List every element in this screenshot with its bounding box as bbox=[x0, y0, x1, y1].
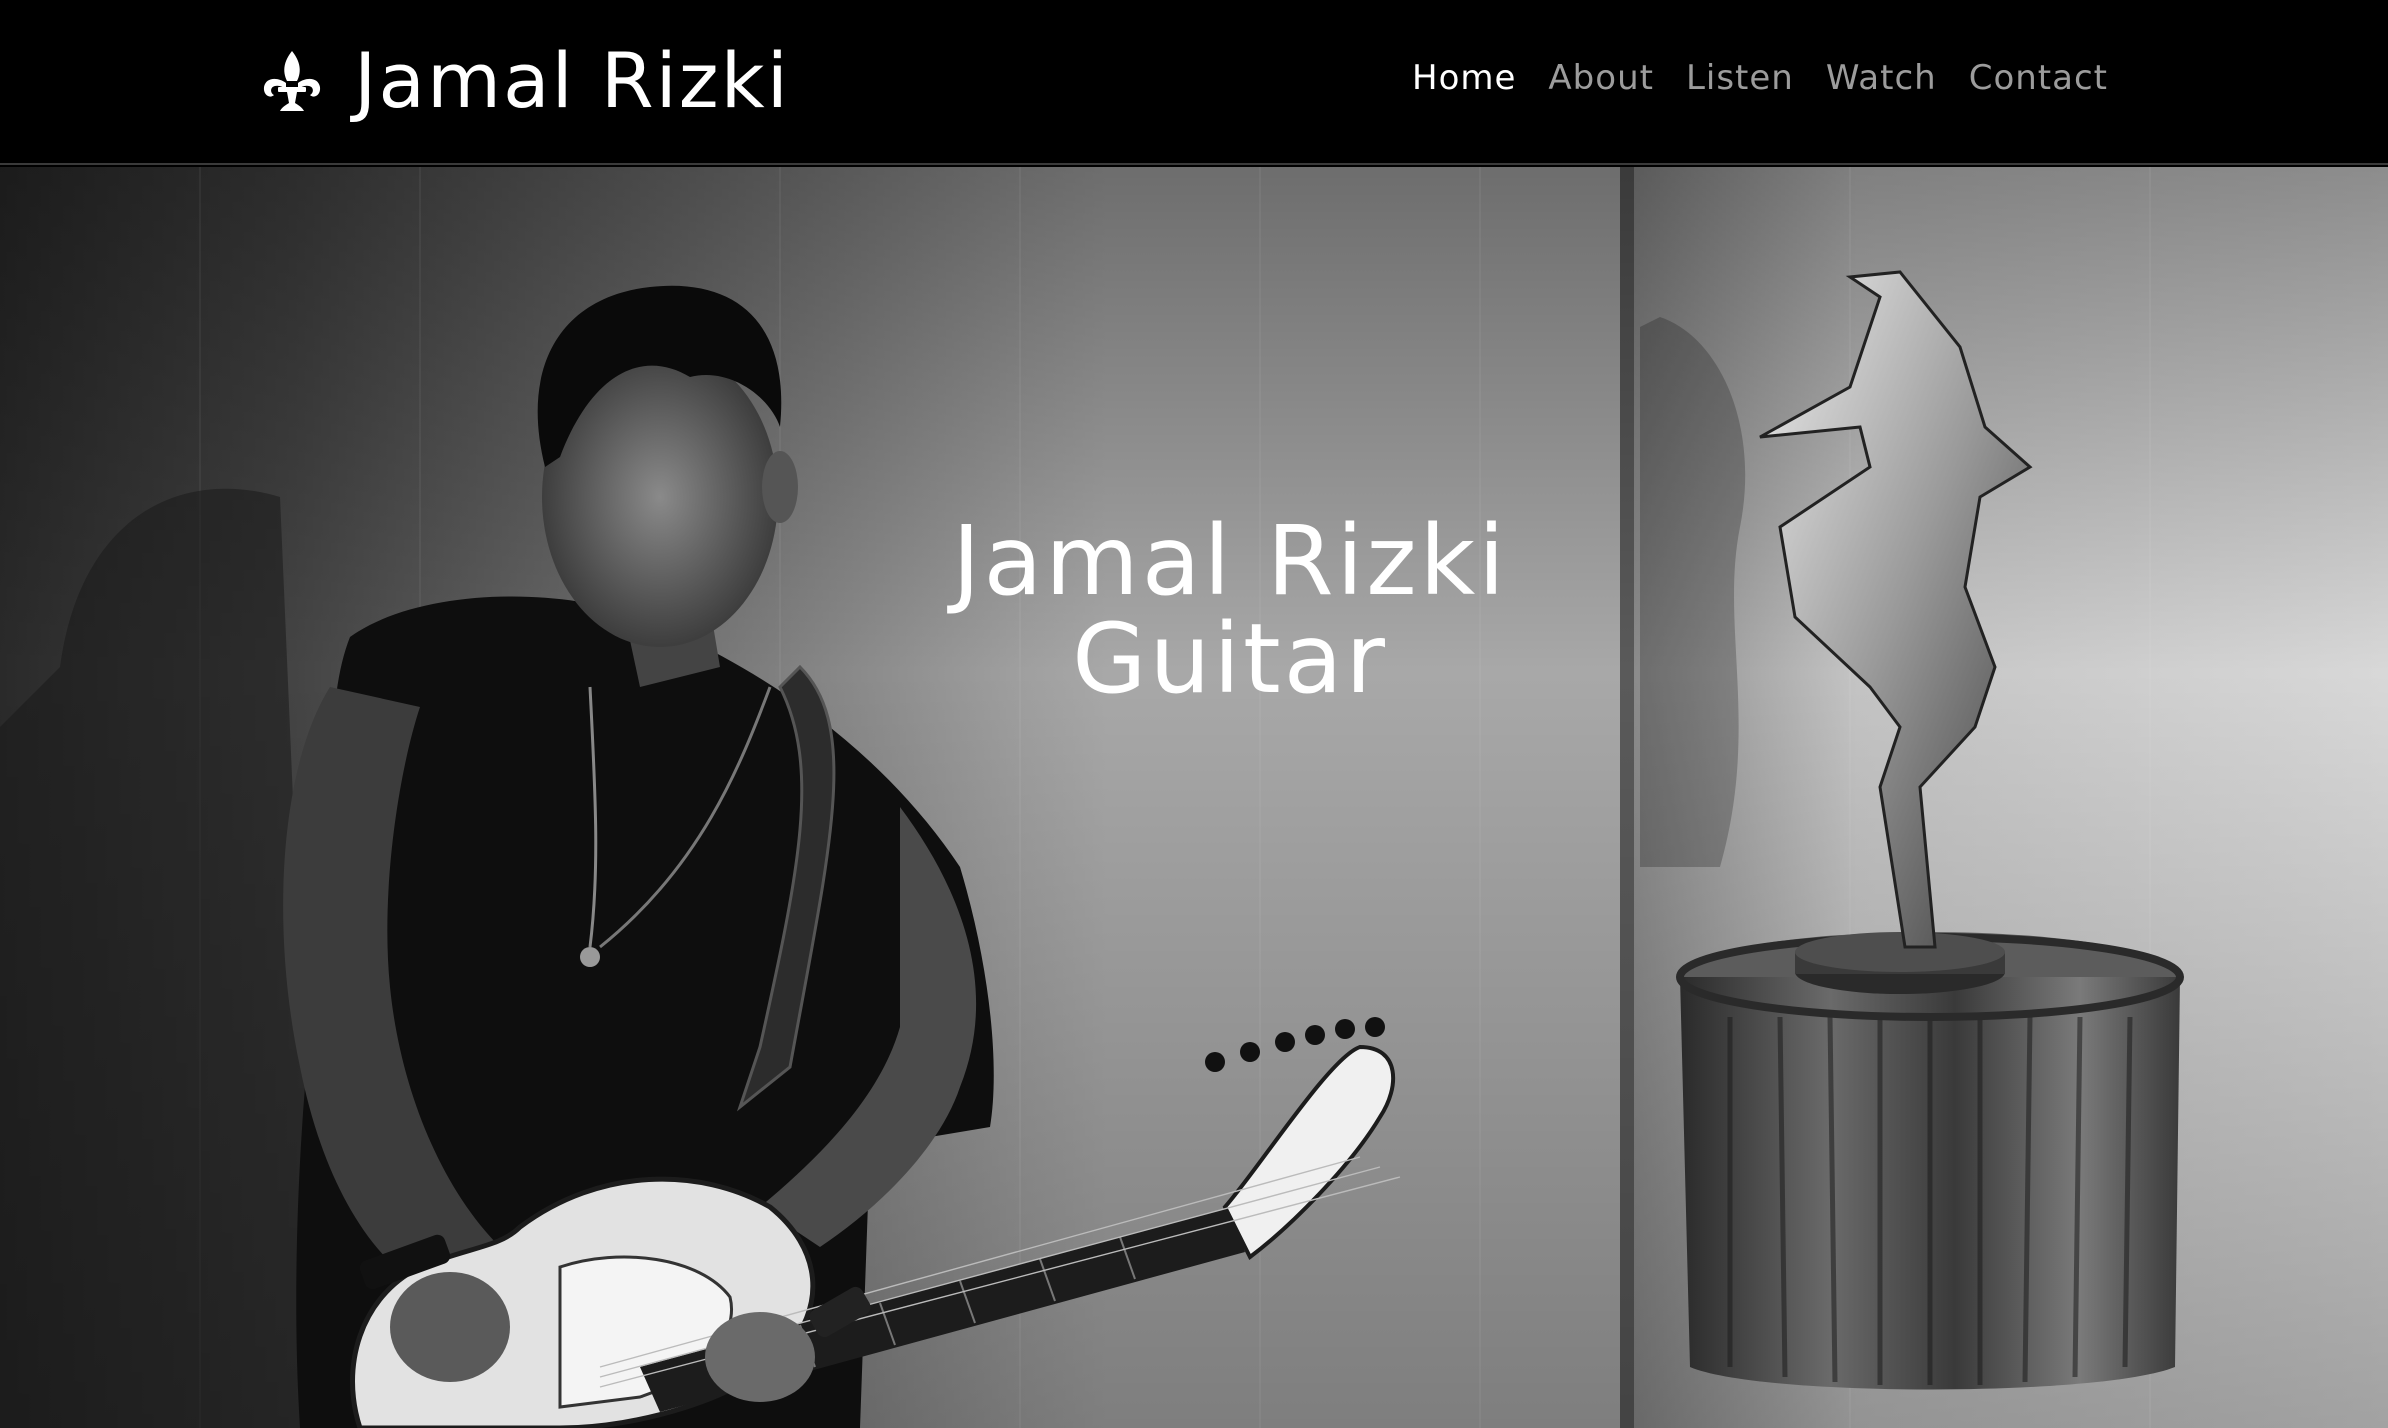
main-nav: Home About Listen Watch Contact bbox=[1412, 50, 2108, 106]
hero-photo bbox=[0, 167, 2388, 1428]
nav-home-link[interactable]: Home bbox=[1412, 50, 1516, 106]
nav-about-link[interactable]: About bbox=[1548, 50, 1654, 106]
nav-watch-link[interactable]: Watch bbox=[1826, 50, 1937, 106]
nav-listen-link[interactable]: Listen bbox=[1686, 50, 1794, 106]
nav-contact-link[interactable]: Contact bbox=[1969, 50, 2108, 106]
site-header: Jamal Rizki Home About Listen Watch Cont… bbox=[0, 0, 2388, 165]
hero-title-line1: Jamal Rizki bbox=[952, 505, 1508, 617]
fleur-de-lis-icon bbox=[263, 51, 321, 111]
hero-section: Jamal Rizki Guitar bbox=[0, 167, 2388, 1428]
hero-title: Jamal Rizki Guitar bbox=[850, 512, 1610, 708]
brand-home-link[interactable]: Jamal Rizki bbox=[260, 26, 790, 136]
brand-name: Jamal Rizki bbox=[354, 36, 790, 125]
hero-title-line2: Guitar bbox=[1072, 603, 1388, 715]
